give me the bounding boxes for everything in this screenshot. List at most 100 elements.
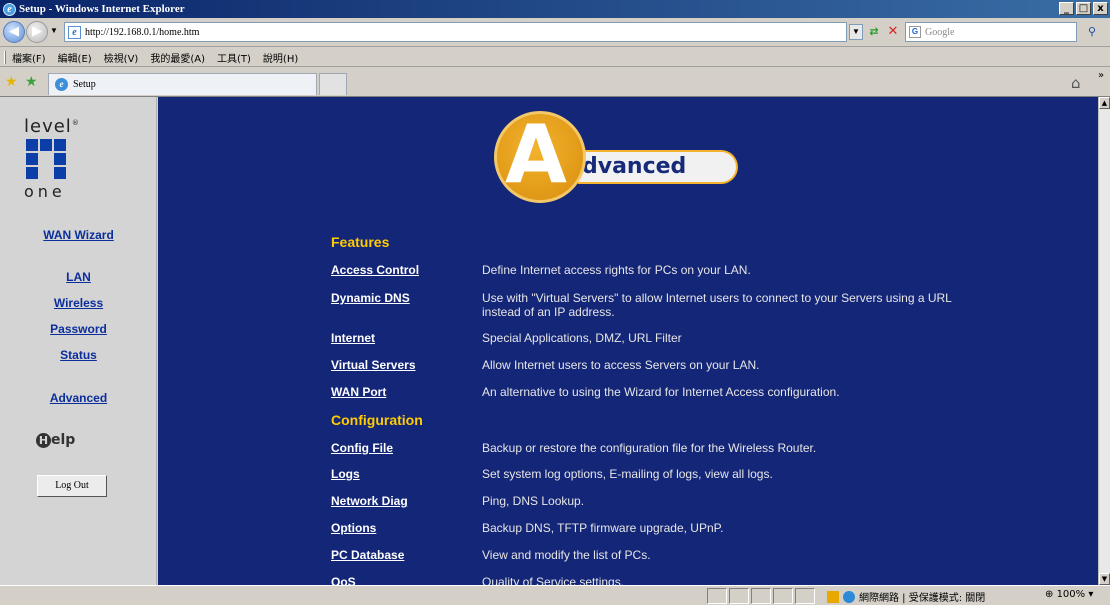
menu-view[interactable]: 檢視(V) <box>104 50 139 65</box>
window-title: Setup - Windows Internet Explorer <box>19 3 185 15</box>
recent-pages-dropdown-icon[interactable]: ▼ <box>50 26 58 35</box>
close-button[interactable]: x <box>1093 2 1108 15</box>
back-button[interactable]: ◀ <box>3 21 25 43</box>
status-pane <box>707 588 727 604</box>
window-title-bar: e Setup - Windows Internet Explorer _ □ … <box>0 0 1110 18</box>
ie-logo-icon: e <box>3 2 16 16</box>
feature-desc: Special Applications, DMZ, URL Filter <box>482 331 682 345</box>
link-internet[interactable]: Internet <box>331 331 375 345</box>
protected-mode-icon <box>827 590 839 603</box>
internet-globe-icon <box>843 590 855 603</box>
feature-row: Internet Special Applications, DMZ, URL … <box>331 331 1091 357</box>
zoom-value: 100% <box>1056 589 1086 600</box>
feature-desc: An alternative to using the Wizard for I… <box>482 385 840 399</box>
link-config-file[interactable]: Config File <box>331 441 393 455</box>
config-desc: Ping, DNS Lookup. <box>482 494 585 508</box>
advanced-badge-icon: A <box>494 108 586 203</box>
config-desc: Quality of Service settings. <box>482 575 625 585</box>
vertical-scrollbar[interactable]: ▲ ▼ <box>1098 97 1110 585</box>
sidebar: level® one WAN Wizard LAN Wireless Passw… <box>0 97 157 585</box>
config-row: Config File Backup or restore the config… <box>331 441 1091 467</box>
sidebar-link-wireless[interactable]: Wireless <box>0 296 157 310</box>
link-access-control[interactable]: Access Control <box>331 263 419 277</box>
page-content: level® one WAN Wizard LAN Wireless Passw… <box>0 97 1098 585</box>
scroll-up-icon[interactable]: ▲ <box>1099 97 1110 109</box>
scroll-down-icon[interactable]: ▼ <box>1099 573 1110 585</box>
config-desc: Backup DNS, TFTP firmware upgrade, UPnP. <box>482 521 724 535</box>
page-icon: e <box>68 25 81 39</box>
forward-button[interactable]: ▶ <box>26 21 48 43</box>
toolbar-overflow-icon[interactable]: » <box>1098 70 1104 81</box>
help-label: elp <box>51 432 76 448</box>
tab-label: Setup <box>73 79 96 90</box>
stop-icon[interactable]: ✕ <box>885 24 901 40</box>
search-icon[interactable]: ⚲ <box>1083 23 1101 41</box>
menu-favorites[interactable]: 我的最愛(A) <box>150 50 205 65</box>
link-wan-port[interactable]: WAN Port <box>331 385 386 399</box>
help-link[interactable]: Help <box>36 432 75 448</box>
feature-row: WAN Port An alternative to using the Wiz… <box>331 385 1091 411</box>
menu-tools[interactable]: 工具(T) <box>217 50 251 65</box>
tab-setup[interactable]: e Setup <box>48 73 317 95</box>
sidebar-link-password[interactable]: Password <box>0 322 157 336</box>
address-url: http://192.168.0.1/home.htm <box>85 26 200 38</box>
logo-blocks <box>26 139 68 181</box>
link-logs[interactable]: Logs <box>331 467 360 481</box>
link-qos[interactable]: QoS <box>331 575 356 585</box>
zoom-level[interactable]: ⊕ 100% ▾ <box>1045 589 1093 600</box>
menu-bar: 檔案(F) 編輯(E) 檢視(V) 我的最愛(A) 工具(T) 說明(H) <box>0 48 1110 67</box>
favorites-star-icon[interactable]: ★ <box>5 74 18 90</box>
link-network-diag[interactable]: Network Diag <box>331 494 408 508</box>
menu-file[interactable]: 檔案(F) <box>12 50 46 65</box>
feature-row: Access Control Define Internet access ri… <box>331 263 1091 289</box>
status-bar: 網際網路 | 受保護模式: 關閉 ⊕ 100% ▾ <box>0 585 1110 605</box>
advanced-banner: dvanced <box>578 150 738 184</box>
config-row: QoS Quality of Service settings. <box>331 575 1091 585</box>
status-pane <box>773 588 793 604</box>
sidebar-link-status[interactable]: Status <box>0 348 157 362</box>
feature-desc: Use with "Virtual Servers" to allow Inte… <box>482 291 952 319</box>
menu-edit[interactable]: 編輯(E) <box>58 50 92 65</box>
feature-row: Dynamic DNS Use with "Virtual Servers" t… <box>331 291 1091 319</box>
add-favorites-icon[interactable]: ★ <box>25 74 38 90</box>
levelone-logo: level® one <box>24 116 84 202</box>
main-panel: dvanced A Features Access Control Define… <box>158 97 1098 585</box>
section-features: Features <box>331 234 390 250</box>
feature-row: Virtual Servers Allow Internet users to … <box>331 358 1091 384</box>
address-toolbar: ◀ ▶ ▼ e http://192.168.0.1/home.htm ▼ ⇄ … <box>0 18 1110 47</box>
security-zone[interactable]: 網際網路 | 受保護模式: 關閉 <box>827 589 985 604</box>
maximize-button[interactable]: □ <box>1076 2 1091 15</box>
status-pane <box>729 588 749 604</box>
logo-text-one: one <box>24 182 66 201</box>
config-row: Network Diag Ping, DNS Lookup. <box>331 494 1091 520</box>
link-virtual-servers[interactable]: Virtual Servers <box>331 358 416 372</box>
config-desc: View and modify the list of PCs. <box>482 548 651 562</box>
address-dropdown-icon[interactable]: ▼ <box>849 24 863 40</box>
link-pc-database[interactable]: PC Database <box>331 548 404 562</box>
logout-button[interactable]: Log Out <box>37 475 107 497</box>
refresh-icon[interactable]: ⇄ <box>866 24 882 40</box>
feature-desc: Allow Internet users to access Servers o… <box>482 358 760 372</box>
sidebar-link-lan[interactable]: LAN <box>0 270 157 284</box>
link-dynamic-dns[interactable]: Dynamic DNS <box>331 291 410 305</box>
config-row: Logs Set system log options, E-mailing o… <box>331 467 1091 493</box>
config-row: PC Database View and modify the list of … <box>331 548 1091 574</box>
config-row: Options Backup DNS, TFTP firmware upgrad… <box>331 521 1091 547</box>
home-icon[interactable]: ⌂ <box>1071 74 1081 92</box>
section-configuration: Configuration <box>331 412 423 428</box>
sidebar-link-wan-wizard[interactable]: WAN Wizard <box>0 228 157 242</box>
sidebar-link-advanced[interactable]: Advanced <box>0 391 157 405</box>
address-bar[interactable]: e http://192.168.0.1/home.htm <box>64 22 847 42</box>
search-input[interactable]: G Google <box>905 22 1077 42</box>
config-desc: Backup or restore the configuration file… <box>482 441 817 455</box>
status-pane <box>751 588 771 604</box>
help-icon: H <box>36 432 51 448</box>
feature-desc: Define Internet access rights for PCs on… <box>482 263 751 277</box>
ie-tab-icon: e <box>55 78 68 91</box>
new-tab-button[interactable] <box>319 73 347 95</box>
minimize-button[interactable]: _ <box>1059 2 1074 15</box>
window-controls: _ □ x <box>1059 2 1108 15</box>
tab-bar: ★ ★ e Setup ⌂ » <box>0 68 1110 97</box>
link-options[interactable]: Options <box>331 521 376 535</box>
menu-help[interactable]: 說明(H) <box>263 50 298 65</box>
